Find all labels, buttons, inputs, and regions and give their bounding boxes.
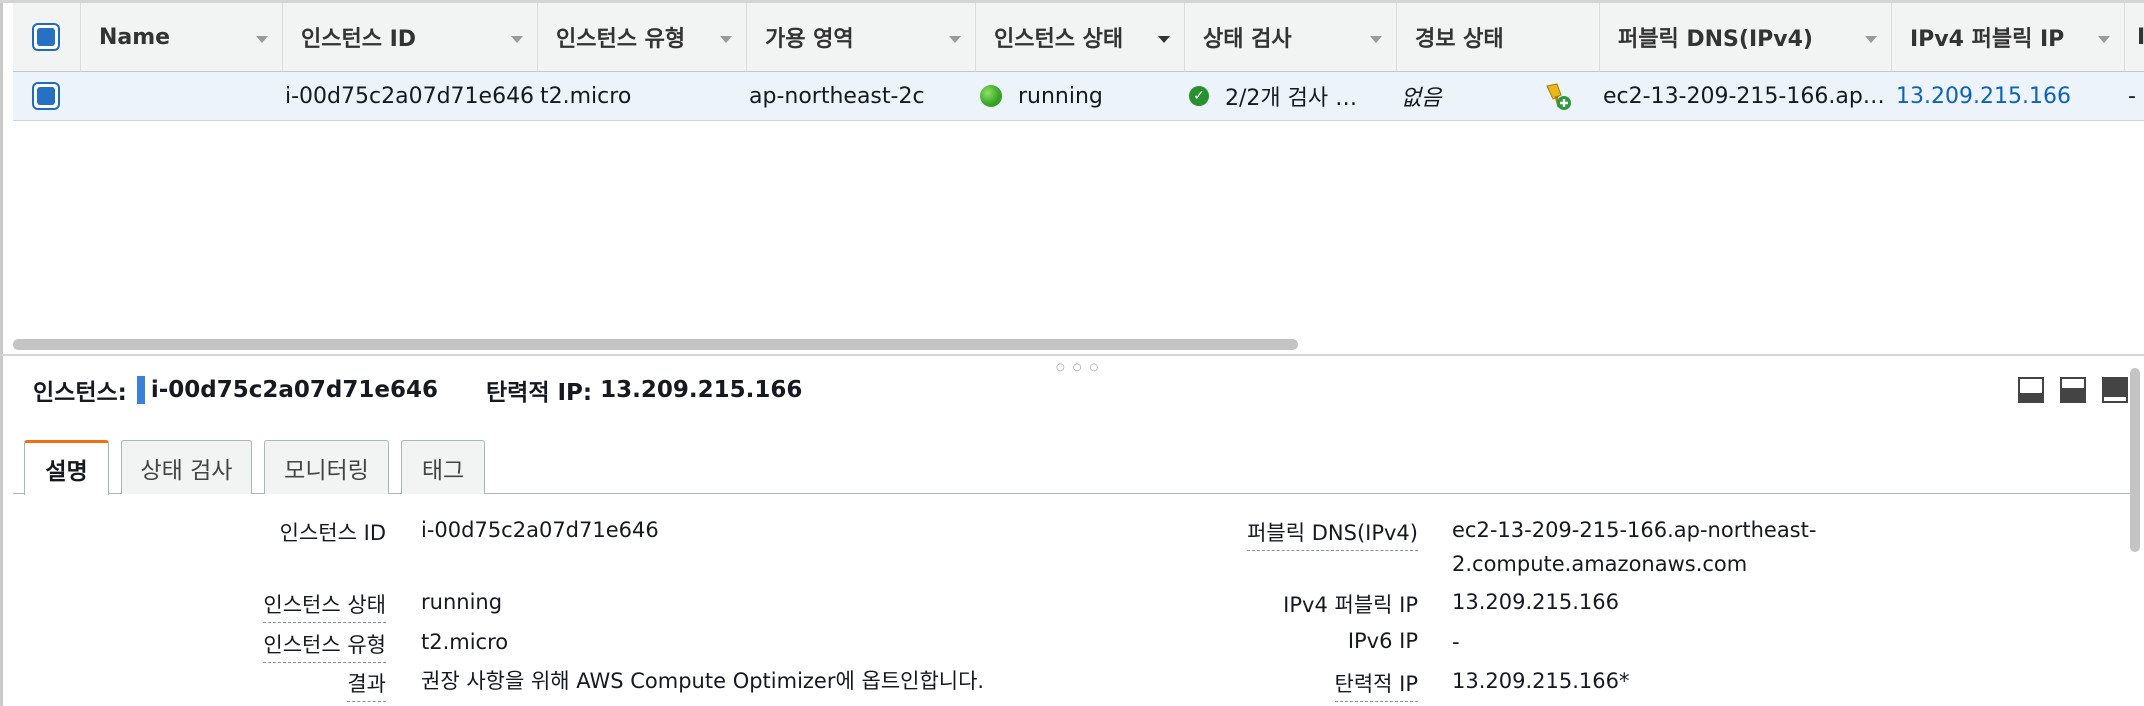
column-label: 경보 상태: [1415, 27, 1504, 52]
ipv6-ip-label: IPv6 IP: [1347, 629, 1418, 653]
cell-status-check[interactable]: ✓ 2/2개 검사 …: [1189, 72, 1357, 120]
sort-caret-icon[interactable]: [511, 36, 523, 43]
sort-caret-icon[interactable]: [1158, 36, 1170, 43]
sort-caret-icon[interactable]: [1370, 36, 1382, 43]
sort-caret-icon[interactable]: [2098, 36, 2110, 43]
tab-tags[interactable]: 태그: [401, 440, 485, 494]
column-label: 상태 검사: [1203, 27, 1292, 52]
select-all-checkbox[interactable]: [32, 23, 60, 51]
finding-label[interactable]: 결과: [347, 668, 386, 702]
public-dns-value-line2: 2.compute.amazonaws.com: [1452, 552, 1748, 576]
column-label: IPv4 퍼블릭 IP: [1910, 27, 2065, 52]
alarm-add-icon[interactable]: [1543, 72, 1573, 120]
window-left-edge: [0, 0, 3, 706]
ipv4-public-ip-value[interactable]: 13.209.215.166: [1452, 586, 1619, 618]
column-label: 인스턴스 상태: [994, 27, 1124, 52]
column-header-instance-id[interactable]: 인스턴스 ID: [282, 3, 537, 71]
detail-title: 인스턴스: i-00d75c2a07d71e646 탄력적 IP: 13.209…: [33, 374, 802, 406]
cell-instance-state: running: [980, 72, 1103, 120]
instance-state-text: running: [1018, 83, 1103, 109]
cell-alarm-status: 없음: [1401, 86, 1442, 111]
column-label: 가용 영역: [765, 27, 854, 52]
instances-grid-header: Name 인스턴스 ID 인스턴스 유형 가용 영역 인스턴스 상태 상태 검사…: [13, 3, 2144, 72]
public-dns-value-line1: ec2-13-209-215-166.ap-northeast-: [1452, 518, 1817, 542]
finding-value: 권장 사항을 위해 AWS Compute Optimizer에 옵트인합니다.: [421, 669, 985, 693]
table-row[interactable]: i-00d75c2a07d71e646 t2.micro ap-northeas…: [13, 72, 2144, 121]
column-header-public-dns[interactable]: 퍼블릭 DNS(IPv4): [1599, 3, 1891, 71]
running-status-icon: [980, 85, 1002, 107]
instance-marker: [136, 376, 145, 404]
column-label: 퍼블릭 DNS(IPv4): [1618, 27, 1813, 52]
column-header-status-check[interactable]: 상태 검사: [1184, 3, 1396, 71]
sort-caret-icon[interactable]: [1865, 36, 1877, 43]
public-dns-label[interactable]: 퍼블릭 DNS(IPv4): [1247, 517, 1418, 551]
elastic-ip-title-value: 13.209.215.166: [600, 377, 803, 403]
instance-title-id: i-00d75c2a07d71e646: [150, 377, 438, 403]
sort-caret-icon[interactable]: [256, 36, 268, 43]
pane-half-icon[interactable]: [2060, 377, 2086, 403]
status-check-text: 2/2개 검사 …: [1225, 86, 1358, 111]
column-label: Name: [99, 24, 171, 50]
cell-instance-id: i-00d75c2a07d71e646: [285, 83, 535, 109]
instance-type-label[interactable]: 인스턴스 유형: [263, 629, 386, 663]
ipv4-public-ip-label: IPv4 퍼블릭 IP: [1283, 593, 1418, 617]
column-header-instance-type[interactable]: 인스턴스 유형: [537, 3, 746, 71]
tab-status-checks[interactable]: 상태 검사: [121, 440, 252, 494]
sort-caret-icon[interactable]: [949, 36, 961, 43]
instance-state-label[interactable]: 인스턴스 상태: [263, 589, 386, 623]
check-passed-icon: ✓: [1189, 86, 1209, 106]
elastic-ip-value[interactable]: 13.209.215.166*: [1452, 665, 1630, 697]
instance-title-label: 인스턴스:: [33, 380, 127, 406]
column-header-name[interactable]: Name: [80, 3, 282, 71]
column-header-instance-state[interactable]: 인스턴스 상태: [975, 3, 1184, 71]
tab-description[interactable]: 설명: [24, 440, 109, 495]
pane-splitter[interactable]: [0, 354, 2144, 356]
elastic-ip-title-label: 탄력적 IP:: [486, 380, 593, 406]
column-label: 인스턴스 ID: [301, 27, 417, 52]
cell-instance-type: t2.micro: [540, 83, 632, 109]
splitter-grip-icon[interactable]: ○○○: [1056, 362, 1106, 373]
column-label: I: [2137, 24, 2144, 50]
pane-layout-controls: [2018, 377, 2128, 403]
pane-top-icon[interactable]: [2102, 377, 2128, 403]
cell-truncated: -: [2128, 83, 2136, 109]
pane-bottom-icon[interactable]: [2018, 377, 2044, 403]
column-header-truncated[interactable]: I: [2124, 3, 2144, 71]
column-header-ipv4-public-ip[interactable]: IPv4 퍼블릭 IP: [1891, 3, 2124, 71]
column-header-availability-zone[interactable]: 가용 영역: [746, 3, 975, 71]
cell-availability-zone: ap-northeast-2c: [749, 83, 925, 109]
row-select-checkbox[interactable]: [32, 82, 60, 110]
column-header-alarm-status[interactable]: 경보 상태: [1396, 3, 1599, 71]
ipv6-ip-value: -: [1452, 630, 1460, 654]
column-label: 인스턴스 유형: [556, 27, 686, 52]
instance-type-value: t2.micro: [421, 630, 509, 654]
vertical-scrollbar[interactable]: [2130, 368, 2140, 552]
instance-id-label: 인스턴스 ID: [279, 521, 386, 545]
cell-ipv4-public-ip[interactable]: 13.209.215.166: [1896, 72, 2071, 120]
horizontal-scrollbar[interactable]: [13, 339, 1298, 350]
tab-monitoring[interactable]: 모니터링: [264, 440, 389, 494]
cell-public-dns: ec2-13-209-215-166.ap…: [1603, 83, 1885, 109]
sort-caret-icon[interactable]: [720, 36, 732, 43]
instance-id-value: i-00d75c2a07d71e646: [421, 518, 659, 542]
elastic-ip-label[interactable]: 탄력적 IP: [1334, 668, 1418, 702]
instance-state-value: running: [421, 590, 503, 614]
